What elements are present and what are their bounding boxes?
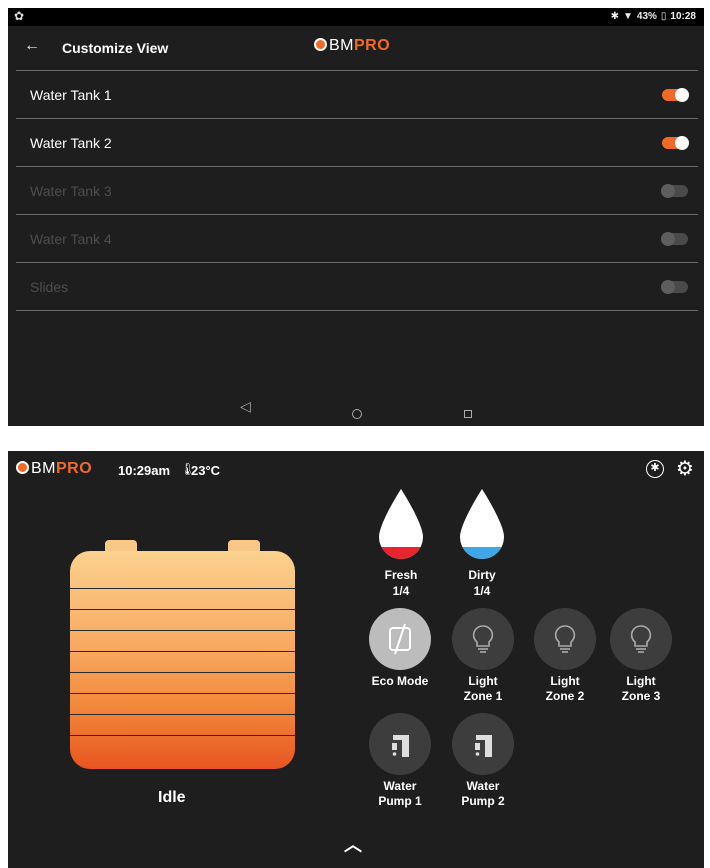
bulb-icon [554, 625, 576, 653]
tank-name: Fresh [384, 568, 418, 582]
settings-row-water-tank-2[interactable]: Water Tank 2 [16, 119, 698, 167]
tank-level: 1/4 [473, 584, 491, 598]
settings-list: Water Tank 1 Water Tank 2 Water Tank 3 W… [16, 70, 698, 311]
dashboard-screen: BMPRO 10:29am 🌡︎ 23°C ✱ ⚙ Idle Fresh 1/4… [8, 451, 704, 868]
bmpro-logo-icon [314, 38, 327, 51]
water-pump-2-label: Water Pump 2 [461, 779, 505, 808]
light-zone-2-label: Light Zone 2 [545, 674, 585, 703]
temperature-readout: 23°C [191, 463, 221, 478]
bluetooth-icon[interactable]: ✱ [646, 460, 664, 478]
customize-view-screen: ✿ ✱ ▼ 43% ▯ 10:28 ← Customize View BMPRO… [8, 8, 704, 426]
light-zone-3-label: Light Zone 3 [621, 674, 661, 703]
water-pump-1-label: Water Pump 1 [378, 779, 422, 808]
water-tank-2-toggle[interactable] [662, 136, 689, 150]
settings-row-label: Water Tank 1 [30, 87, 112, 103]
eco-mode-label: Eco Mode [371, 674, 429, 688]
bulb-icon [630, 625, 652, 653]
eco-off-icon [389, 623, 411, 655]
water-tank-3-toggle[interactable] [661, 184, 688, 198]
tank-level: 1/4 [392, 584, 410, 598]
status-bar: ✿ ✱ ▼ 43% ▯ 10:28 [8, 8, 704, 26]
app-bar: ← Customize View BMPRO [8, 26, 704, 70]
dashboard-header: BMPRO 10:29am 🌡︎ 23°C ✱ ⚙ [8, 451, 704, 487]
status-time: 10:28 [670, 11, 696, 22]
eco-mode-button[interactable] [369, 608, 431, 670]
dirty-tank-drop-icon[interactable] [460, 489, 504, 559]
battery-status-label: Idle [158, 789, 186, 806]
nav-back-icon[interactable]: ◁ [240, 398, 251, 415]
light-zone-2-button[interactable] [534, 608, 596, 670]
bmpro-logo: BMPRO [16, 460, 92, 478]
settings-row-water-tank-1[interactable]: Water Tank 1 [16, 71, 698, 119]
battery-percent: 43% [636, 11, 657, 22]
light-zone-1-button[interactable] [452, 608, 514, 670]
battery-body [70, 551, 295, 769]
page-title: Customize View [62, 40, 169, 56]
back-arrow-icon[interactable]: ← [24, 37, 40, 55]
light-zone-1-label: Light Zone 1 [463, 674, 503, 703]
settings-row-label: Water Tank 3 [30, 183, 112, 199]
settings-row-water-tank-4[interactable]: Water Tank 4 [16, 215, 698, 263]
light-zone-3-button[interactable] [610, 608, 672, 670]
settings-row-water-tank-3[interactable]: Water Tank 3 [16, 167, 698, 215]
water-pump-1-button[interactable] [369, 713, 431, 775]
gear-icon[interactable]: ⚙ [676, 456, 694, 481]
slides-toggle[interactable] [661, 280, 688, 294]
dashboard-time: 10:29am [118, 463, 171, 478]
android-nav-bar: ◁ [8, 390, 704, 426]
settings-row-slides[interactable]: Slides [16, 263, 698, 311]
dirty-tank-label: Dirty 1/4 [452, 567, 512, 599]
fresh-tank-label: Fresh 1/4 [371, 567, 431, 599]
water-tank-4-toggle[interactable] [661, 232, 688, 246]
settings-row-label: Water Tank 2 [30, 135, 112, 151]
bmpro-logo-icon [16, 461, 29, 474]
tap-icon [392, 735, 409, 757]
bulb-icon [472, 625, 494, 653]
water-pump-2-button[interactable] [452, 713, 514, 775]
bmpro-logo: BMPRO [314, 37, 390, 55]
bluetooth-status-icon: ✱ [610, 11, 619, 22]
wifi-status-icon: ▼ [622, 11, 633, 22]
settings-notification-icon: ✿ [14, 9, 25, 23]
water-tank-1-toggle[interactable] [662, 88, 689, 102]
battery-status-icon: ▯ [660, 11, 667, 22]
settings-row-label: Water Tank 4 [30, 231, 112, 247]
settings-row-label: Slides [30, 279, 69, 295]
battery-graphic [70, 540, 295, 769]
tap-icon [475, 735, 492, 757]
chevron-up-icon[interactable]: ︿ [344, 831, 362, 857]
tank-name: Dirty [468, 568, 496, 582]
fresh-tank-drop-icon[interactable] [379, 489, 423, 559]
